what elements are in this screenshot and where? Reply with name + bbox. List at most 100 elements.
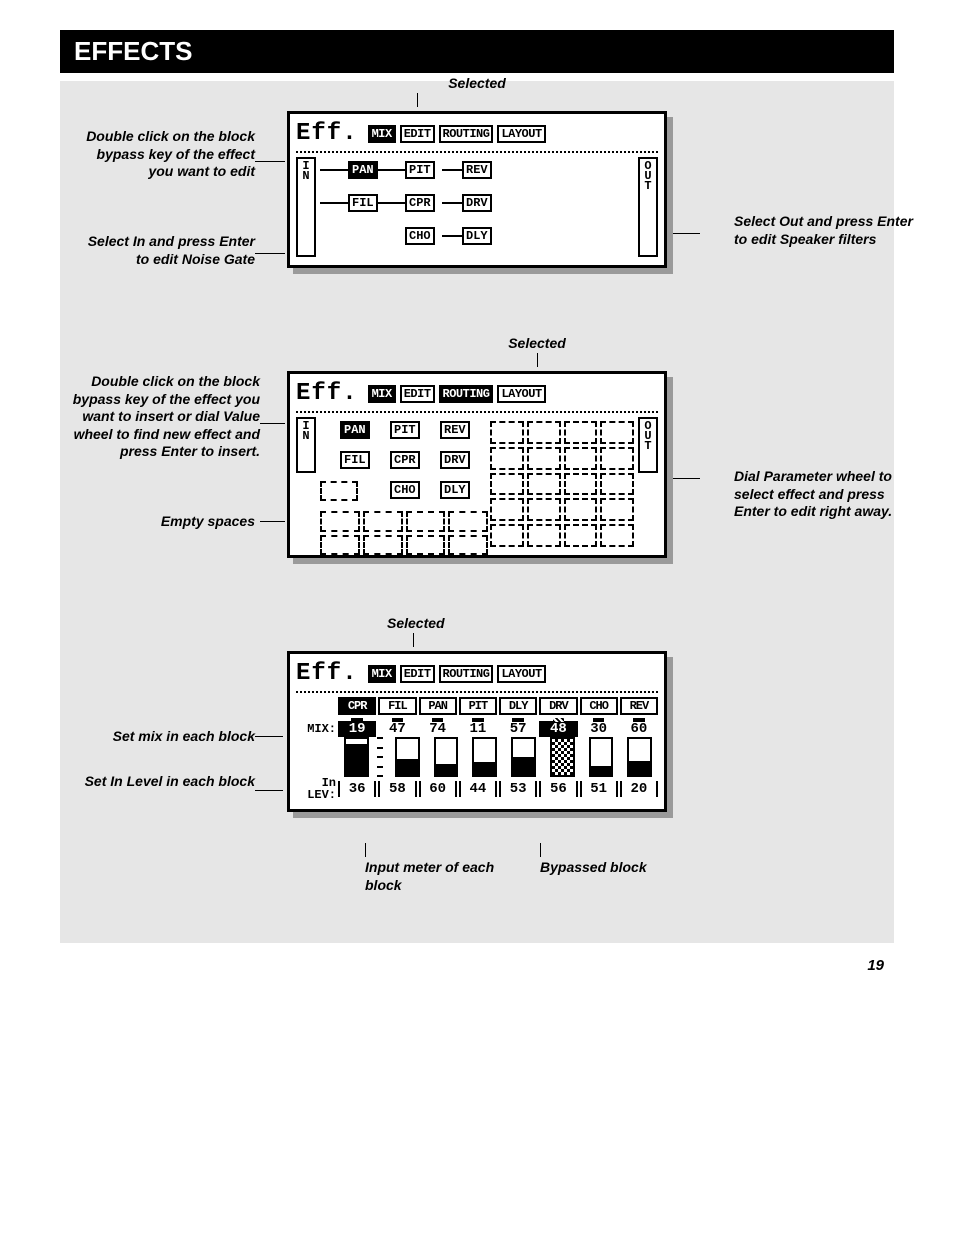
- empty-slot[interactable]: [320, 535, 360, 556]
- col-head[interactable]: CHO: [580, 697, 618, 715]
- tab-layout[interactable]: LAYOUT: [497, 665, 545, 683]
- tab-routing[interactable]: ROUTING: [439, 665, 494, 683]
- block[interactable]: CPR: [390, 451, 420, 469]
- block[interactable]: DRV: [440, 451, 470, 469]
- empty-slot[interactable]: [564, 473, 598, 496]
- routing-grid: PAN PIT REV FIL CPR DRV CHO DLY: [320, 157, 634, 257]
- empty-slot[interactable]: [406, 511, 446, 532]
- lev-value[interactable]: 60: [419, 781, 457, 797]
- empty-slot[interactable]: [564, 498, 598, 521]
- block-drv[interactable]: DRV: [462, 194, 492, 212]
- tab-mix[interactable]: MIX: [368, 665, 396, 683]
- empty-slot[interactable]: [527, 498, 561, 521]
- empty-slot[interactable]: [363, 511, 403, 532]
- block[interactable]: PIT: [390, 421, 420, 439]
- selected-label-2: Selected: [287, 335, 667, 351]
- tab-edit[interactable]: EDIT: [400, 385, 435, 403]
- mix-value[interactable]: 48: [539, 721, 577, 737]
- empty-slot[interactable]: [600, 524, 634, 547]
- block-fil[interactable]: FIL: [348, 194, 378, 212]
- tab-routing[interactable]: ROUTING: [439, 125, 494, 143]
- col-head[interactable]: CPR: [338, 697, 376, 715]
- lev-value[interactable]: 58: [378, 781, 416, 797]
- input-meter: [589, 737, 614, 777]
- mix-value[interactable]: 19: [338, 721, 376, 737]
- block[interactable]: REV: [440, 421, 470, 439]
- note-s3-left1: Set mix in each block: [75, 728, 255, 746]
- col-head[interactable]: PAN: [419, 697, 457, 715]
- block-pit[interactable]: PIT: [405, 161, 435, 179]
- in-block[interactable]: I N: [296, 157, 316, 257]
- empty-slot[interactable]: [600, 498, 634, 521]
- lev-value[interactable]: 53: [499, 781, 537, 797]
- note-s2-left2: Empty spaces: [75, 513, 255, 531]
- out-block[interactable]: O U T: [638, 417, 658, 473]
- tab-edit[interactable]: EDIT: [400, 125, 435, 143]
- mix-value[interactable]: 30: [580, 721, 618, 737]
- empty-slot[interactable]: [490, 524, 524, 547]
- empty-slot[interactable]: [527, 421, 561, 444]
- block-cho[interactable]: CHO: [405, 227, 435, 245]
- empty-slot[interactable]: [320, 511, 360, 532]
- tab-mix[interactable]: MIX: [368, 385, 396, 403]
- block-cpr[interactable]: CPR: [405, 194, 435, 212]
- mix-value[interactable]: 74: [419, 721, 457, 737]
- note-s2-right1: Dial Parameter wheel to select effect an…: [734, 468, 914, 521]
- tab-routing[interactable]: ROUTING: [439, 385, 494, 403]
- input-meter: [511, 737, 536, 777]
- note-s3-left2: Set In Level in each block: [75, 773, 255, 791]
- empty-slot[interactable]: [527, 473, 561, 496]
- block-pan[interactable]: PAN: [348, 161, 378, 179]
- mix-value[interactable]: 60: [620, 721, 658, 737]
- empty-slot[interactable]: [406, 535, 446, 556]
- in-block[interactable]: I N: [296, 417, 316, 473]
- note-s1-left2: Select In and press Enter to edit Noise …: [75, 233, 255, 268]
- lev-value[interactable]: 56: [539, 781, 577, 797]
- lev-value[interactable]: 20: [620, 781, 658, 797]
- empty-slot[interactable]: [490, 447, 524, 470]
- tab-edit[interactable]: EDIT: [400, 665, 435, 683]
- empty-slot[interactable]: [564, 421, 598, 444]
- col-head[interactable]: DRV: [539, 697, 577, 715]
- empty-slot[interactable]: [600, 421, 634, 444]
- empty-slot[interactable]: [320, 481, 358, 501]
- input-meter-bypassed: [550, 737, 575, 777]
- block[interactable]: CHO: [390, 481, 420, 499]
- mix-value[interactable]: 11: [459, 721, 497, 737]
- empty-slot[interactable]: [564, 524, 598, 547]
- empty-slot[interactable]: [490, 421, 524, 444]
- block[interactable]: PAN: [340, 421, 370, 439]
- col-head[interactable]: PIT: [459, 697, 497, 715]
- lev-value[interactable]: 44: [459, 781, 497, 797]
- block-rev[interactable]: REV: [462, 161, 492, 179]
- input-meter: [472, 737, 497, 777]
- lev-value[interactable]: 36: [338, 781, 376, 797]
- empty-slot[interactable]: [527, 524, 561, 547]
- mix-value[interactable]: 57: [499, 721, 537, 737]
- empty-slot[interactable]: [490, 473, 524, 496]
- page-number: 19: [60, 957, 894, 974]
- block[interactable]: DLY: [440, 481, 470, 499]
- lev-value[interactable]: 51: [580, 781, 618, 797]
- block[interactable]: FIL: [340, 451, 370, 469]
- out-block[interactable]: O U T: [638, 157, 658, 257]
- col-head[interactable]: FIL: [378, 697, 416, 715]
- empty-slot[interactable]: [527, 447, 561, 470]
- input-meter: [395, 737, 420, 777]
- lcd-screen-layout: Eff. MIX EDIT ROUTING LAYOUT I N: [287, 371, 667, 558]
- empty-slot[interactable]: [600, 447, 634, 470]
- empty-slot[interactable]: [363, 535, 403, 556]
- tab-layout[interactable]: LAYOUT: [497, 385, 545, 403]
- empty-slot[interactable]: [448, 535, 488, 556]
- tab-layout[interactable]: LAYOUT: [497, 125, 545, 143]
- eff-label: Eff.: [296, 660, 364, 687]
- empty-slot[interactable]: [490, 498, 524, 521]
- empty-slot[interactable]: [600, 473, 634, 496]
- tab-mix[interactable]: MIX: [368, 125, 396, 143]
- empty-slot[interactable]: [448, 511, 488, 532]
- col-head[interactable]: DLY: [499, 697, 537, 715]
- empty-slot[interactable]: [564, 447, 598, 470]
- block-dly[interactable]: DLY: [462, 227, 492, 245]
- mix-value[interactable]: 47: [378, 721, 416, 737]
- col-head[interactable]: REV: [620, 697, 658, 715]
